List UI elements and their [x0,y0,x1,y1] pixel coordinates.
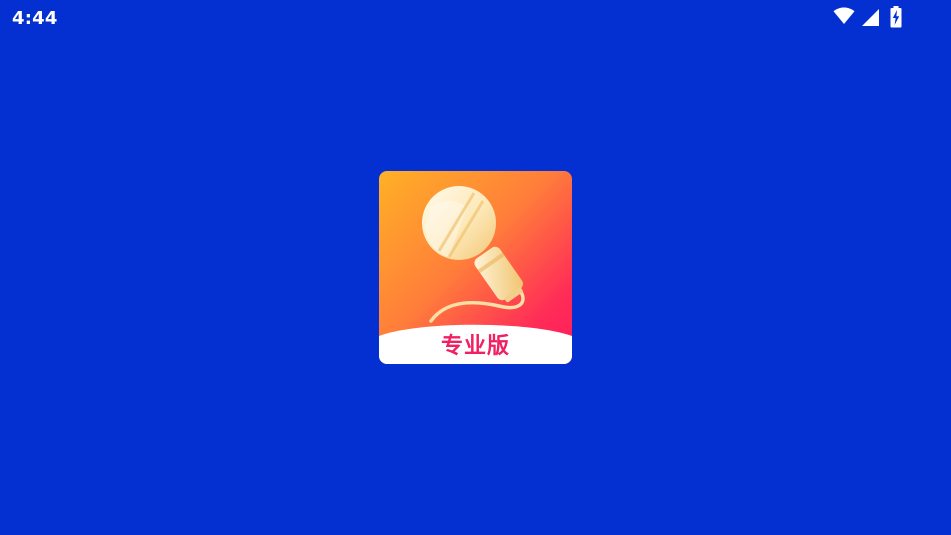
signal-icon [862,9,879,26]
app-logo: 专业版 [379,171,572,364]
status-bar: 4:44 [0,0,951,36]
battery-charging-icon [890,6,902,28]
splash-screen: 4:44 专业版 [0,0,951,535]
wifi-icon [833,7,855,24]
status-time: 4:44 [12,8,58,29]
status-icons [833,6,913,28]
app-badge-label: 专业版 [440,334,510,359]
